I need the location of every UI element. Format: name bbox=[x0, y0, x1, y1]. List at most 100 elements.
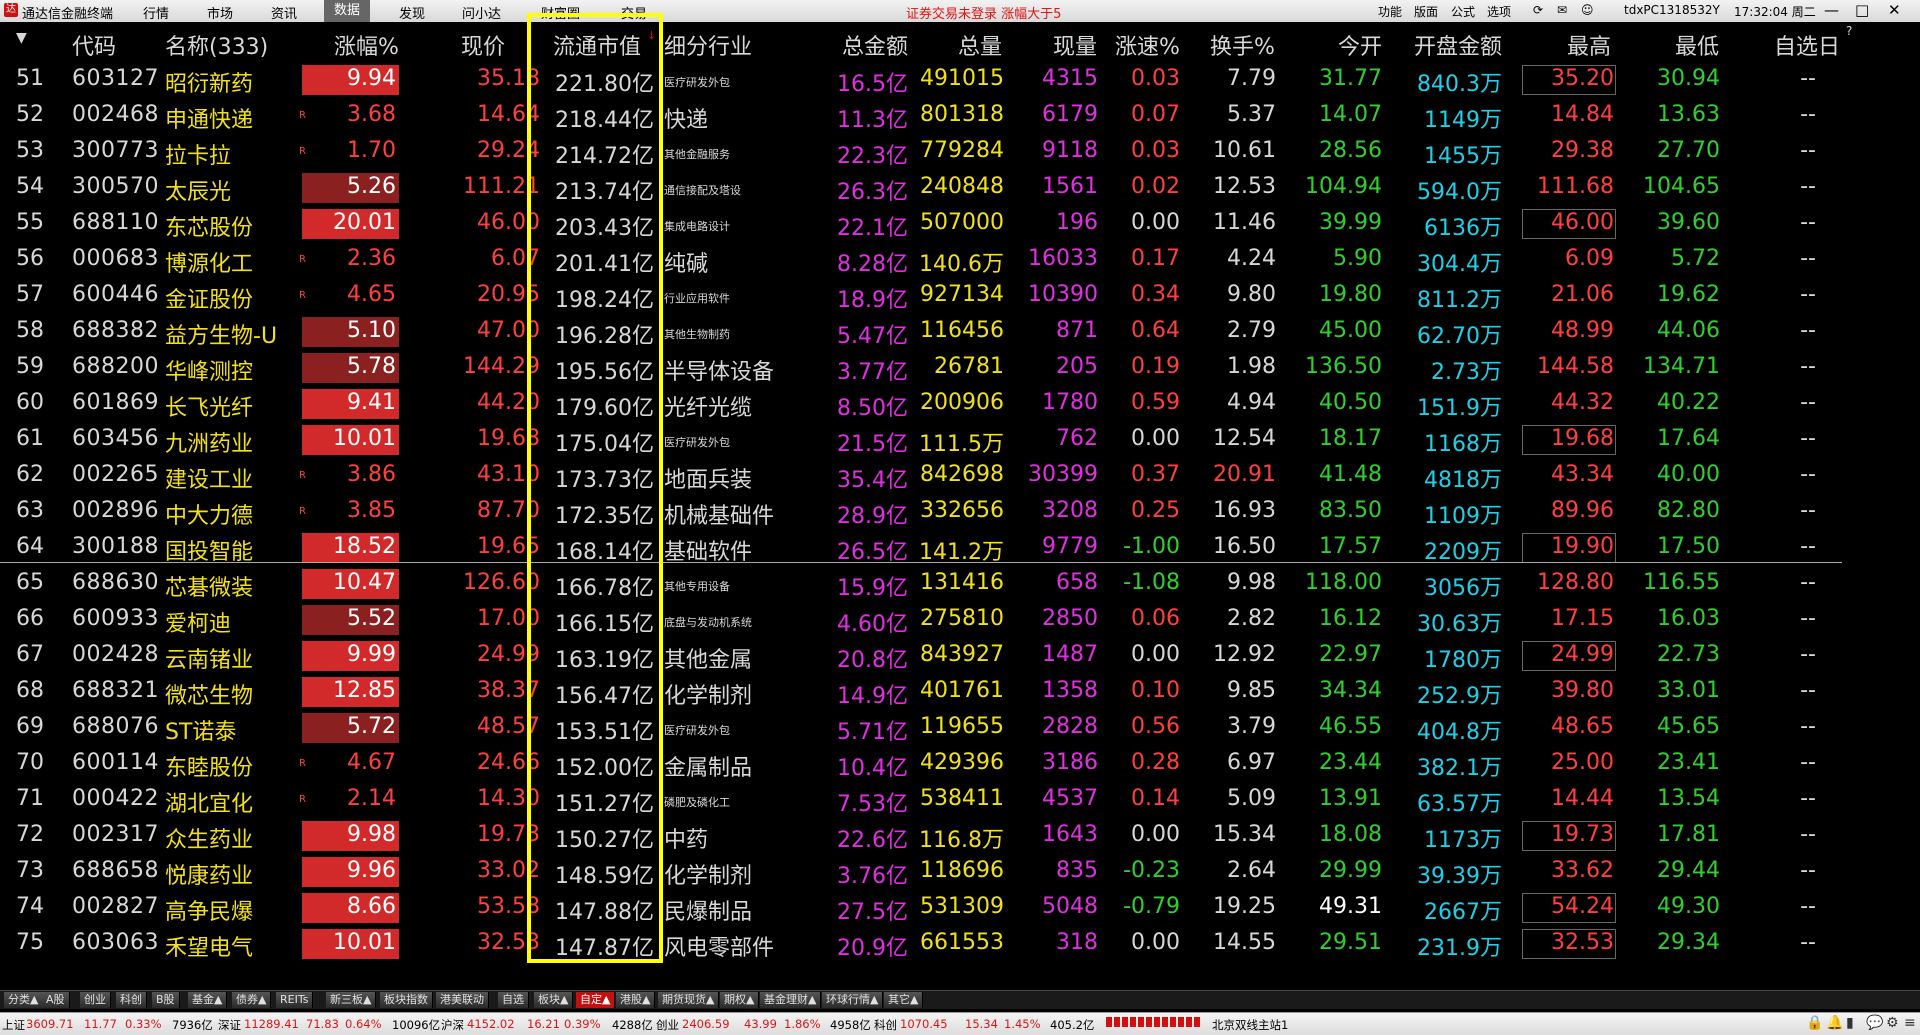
bottom-tab[interactable]: 债券▲ bbox=[232, 992, 272, 1008]
bottom-tab[interactable]: B股 bbox=[152, 992, 180, 1008]
chat-icon[interactable]: 💬 bbox=[1866, 1015, 1883, 1031]
volume: 538411 bbox=[920, 786, 1004, 811]
turnover: 2.82 bbox=[1227, 606, 1276, 631]
server-name[interactable]: 北京双线主站1 bbox=[1212, 1017, 1288, 1033]
table-row[interactable]: 72 002317 众生药业 9.98 19.73 150.27亿 中药 22.6亿 116.8… bbox=[0, 818, 1920, 854]
table-row[interactable]: 64 300188 国投智能 18.52 19.65 168.14亿 基础软件 26.5亿 14… bbox=[0, 530, 1920, 566]
table-row[interactable]: 70 600114 东睦股份 R 4.67 24.66 152.00亿 金属制品 10.4亿 42… bbox=[0, 746, 1920, 782]
bottom-tab[interactable]: REITs bbox=[276, 992, 314, 1008]
hs-index-label[interactable]: 沪深 bbox=[441, 1017, 464, 1033]
bell-icon[interactable]: 🔔 bbox=[1826, 1015, 1843, 1031]
sh-index-label[interactable]: 上证 bbox=[2, 1017, 25, 1033]
header-code[interactable]: 代码 bbox=[72, 29, 116, 61]
table-row[interactable]: 55 688110 东芯股份 20.01 46.00 203.43亿 集成电路设计 22.1亿… bbox=[0, 206, 1920, 242]
amount: 14.9亿 bbox=[837, 684, 908, 709]
bottom-tab[interactable]: 新三板▲ bbox=[326, 992, 377, 1008]
menu-icon[interactable]: ≡ bbox=[1904, 1015, 1916, 1031]
header-price[interactable]: 现价 bbox=[461, 29, 505, 61]
header-mkt-cap[interactable]: 流通市值 bbox=[553, 29, 641, 61]
bottom-tab[interactable]: 自定▲ bbox=[576, 992, 616, 1008]
table-row[interactable]: 56 000683 博源化工 R 2.36 6.07 201.41亿 纯碱 8.28亿 140.6… bbox=[0, 242, 1920, 278]
bottom-tab[interactable]: 期货现货▲ bbox=[658, 992, 720, 1008]
menu-zixun[interactable]: 资讯 bbox=[271, 3, 297, 22]
header-high[interactable]: 最高 bbox=[1567, 29, 1611, 61]
table-row[interactable]: 73 688658 悦康药业 9.96 33.02 148.59亿 化学制剂 3.76亿 118… bbox=[0, 854, 1920, 890]
signal-icon[interactable]: ▮ bbox=[1846, 1015, 1854, 1031]
table-row[interactable]: 67 002428 云南锗业 9.99 24.99 163.19亿 其他金属 20.8亿 843… bbox=[0, 638, 1920, 674]
bottom-tab[interactable]: 其它▲ bbox=[884, 992, 924, 1008]
menu-hangqing[interactable]: 行情 bbox=[143, 3, 169, 22]
menu-gongneng[interactable]: 功能 bbox=[1378, 3, 1402, 20]
minimize-icon[interactable]: — bbox=[1824, 1, 1839, 19]
bottom-tab[interactable]: 创业 bbox=[80, 992, 111, 1008]
header-name[interactable]: 名称(333) bbox=[165, 29, 268, 61]
table-row[interactable]: 66 600933 爱柯迪 5.52 17.00 166.15亿 底盘与发动机系统 4.60亿… bbox=[0, 602, 1920, 638]
bottom-tab[interactable]: 基金▲ bbox=[188, 992, 228, 1008]
table-row[interactable]: 60 601869 长飞光纤 9.41 44.20 179.60亿 光纤光缆 8.50亿 200… bbox=[0, 386, 1920, 422]
menu-caifuquan[interactable]: 财富圈 bbox=[541, 3, 580, 22]
menu-jiaoyi[interactable]: 交易 bbox=[621, 3, 647, 22]
maximize-icon[interactable]: □ bbox=[1855, 1, 1869, 19]
menu-xuanxiang[interactable]: 选项 bbox=[1487, 3, 1511, 20]
kc-index-label[interactable]: 科创 bbox=[874, 1017, 897, 1033]
header-turnover[interactable]: 换手% bbox=[1210, 29, 1275, 61]
table-row[interactable]: 57 600446 金证股份 R 4.65 20.95 198.24亿 行业应用软件 18.9亿… bbox=[0, 278, 1920, 314]
header-cur-vol[interactable]: 现量 bbox=[1053, 29, 1097, 61]
bottom-tab[interactable]: A股 bbox=[42, 992, 70, 1008]
header-change-pct[interactable]: 涨幅% bbox=[334, 29, 399, 61]
header-volume[interactable]: 总量 bbox=[958, 29, 1002, 61]
header-speed[interactable]: 涨速% bbox=[1115, 29, 1180, 61]
table-row[interactable]: 74 002827 高争民爆 8.66 53.58 147.88亿 民爆制品 27.5亿 531… bbox=[0, 890, 1920, 926]
table-row[interactable]: 61 603456 九洲药业 10.01 19.68 175.04亿 医疗研发外包 21.5亿… bbox=[0, 422, 1920, 458]
header-industry[interactable]: 细分行业 bbox=[664, 29, 752, 61]
header-favorite[interactable]: 自选日 bbox=[1774, 29, 1840, 61]
menu-shuju[interactable]: 数据 bbox=[324, 0, 371, 22]
cy-index-label[interactable]: 创业 bbox=[656, 1017, 679, 1033]
header-amount[interactable]: 总金额 bbox=[842, 29, 908, 61]
amount: 7.53亿 bbox=[837, 792, 908, 817]
menu-faxian[interactable]: 发现 bbox=[399, 3, 425, 22]
close-icon[interactable]: ✕ bbox=[1888, 1, 1901, 19]
user-icon[interactable]: ☺ bbox=[1581, 3, 1594, 17]
bottom-tab[interactable]: 期权▲ bbox=[720, 992, 760, 1008]
amount: 11.3亿 bbox=[837, 108, 908, 133]
bottom-tab[interactable]: 板块▲ bbox=[534, 992, 574, 1008]
table-row[interactable]: 54 300570 太辰光 5.26 111.21 213.74亿 通信接配及塔设 26.3亿… bbox=[0, 170, 1920, 206]
refresh-icon[interactable]: ⟳ bbox=[1533, 3, 1543, 17]
bottom-tab[interactable]: 港美联动 bbox=[436, 992, 489, 1008]
header-low[interactable]: 最低 bbox=[1675, 29, 1719, 61]
bottom-tab[interactable]: 环球行情▲ bbox=[822, 992, 884, 1008]
message-icon[interactable]: ✉ bbox=[1557, 3, 1567, 17]
menu-banmian[interactable]: 版面 bbox=[1414, 3, 1438, 20]
menu-shichang[interactable]: 市场 bbox=[207, 3, 233, 22]
lock-icon[interactable]: 🔒 bbox=[1806, 1015, 1823, 1031]
menu-gongshi[interactable]: 公式 bbox=[1451, 3, 1475, 20]
kc-index-amount: 405.2亿 bbox=[1050, 1018, 1095, 1032]
table-row[interactable]: 53 300773 拉卡拉 R 1.70 29.24 214.72亿 其他金融服务 22.3亿 7… bbox=[0, 134, 1920, 170]
sz-index-label[interactable]: 深证 bbox=[218, 1017, 241, 1033]
table-row[interactable]: 65 688630 芯碁微装 10.47 126.60 166.78亿 其他专用设备 15.9… bbox=[0, 566, 1920, 602]
table-row[interactable]: 59 688200 华峰测控 5.78 144.29 195.56亿 半导体设备 3.77亿 2… bbox=[0, 350, 1920, 386]
bottom-tab[interactable]: 分类▲ bbox=[4, 992, 44, 1008]
header-open-amount[interactable]: 开盘金额 bbox=[1414, 29, 1502, 61]
table-row[interactable]: 52 002468 申通快递 R 3.68 14.64 218.44亿 快递 11.3亿 8013… bbox=[0, 98, 1920, 134]
table-row[interactable]: 71 000422 湖北宜化 R 2.14 14.30 151.27亿 磷肥及磷化工 7.53亿… bbox=[0, 782, 1920, 818]
price: 14.64 bbox=[477, 102, 540, 127]
table-row[interactable]: 51 603127 昭衍新药 9.94 35.18 221.80亿 医疗研发外包 16.5亿 4… bbox=[0, 62, 1920, 98]
bottom-tab[interactable]: 自选 bbox=[498, 992, 529, 1008]
bottom-tab[interactable]: 港股▲ bbox=[616, 992, 656, 1008]
table-row[interactable]: 68 688321 微芯生物 12.85 38.37 156.47亿 化学制剂 14.9亿 40… bbox=[0, 674, 1920, 710]
bottom-tab[interactable]: 板块指数 bbox=[380, 992, 433, 1008]
table-row[interactable]: 62 002265 建设工业 R 3.86 43.10 173.73亿 地面兵装 35.4亿 84… bbox=[0, 458, 1920, 494]
table-row[interactable]: 63 002896 中大力德 R 3.85 87.70 172.35亿 机械基础件 28.9亿 3… bbox=[0, 494, 1920, 530]
table-row[interactable]: 75 603063 禾望电气 10.01 32.53 147.87亿 风电零部件 20.9亿 6… bbox=[0, 926, 1920, 962]
menu-wenxiaoda[interactable]: 问小达 bbox=[462, 3, 501, 22]
bottom-tab[interactable]: 科创 bbox=[116, 992, 147, 1008]
header-open[interactable]: 今开 bbox=[1338, 29, 1382, 61]
dropdown-icon[interactable]: ▼ bbox=[16, 30, 27, 46]
bottom-tab[interactable]: 基金理财▲ bbox=[760, 992, 822, 1008]
table-row[interactable]: 58 688382 益方生物-U 5.10 47.00 196.28亿 其他生物制药 5.47… bbox=[0, 314, 1920, 350]
help-icon[interactable]: ? bbox=[1846, 24, 1852, 38]
settings-icon[interactable]: ⚙ bbox=[1886, 1015, 1899, 1031]
table-row[interactable]: 69 688076 ST诺泰 5.72 48.57 153.51亿 医疗研发外包 5.71亿 1… bbox=[0, 710, 1920, 746]
